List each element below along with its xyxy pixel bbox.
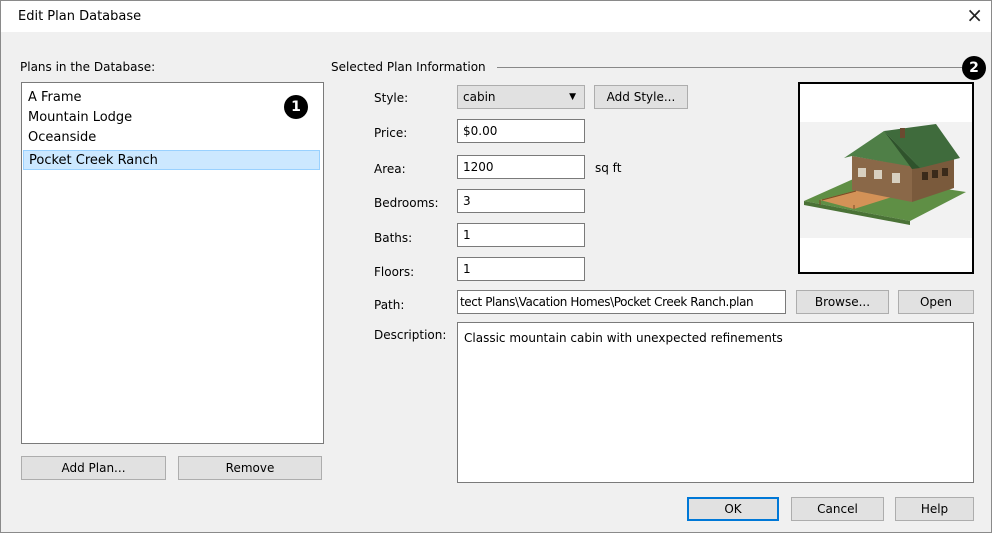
floors-label: Floors: <box>374 265 415 279</box>
area-label: Area: <box>374 162 406 176</box>
edit-plan-database-dialog: Edit Plan Database × Plans in the Databa… <box>0 0 992 533</box>
bedrooms-label: Bedrooms: <box>374 196 439 210</box>
baths-label: Baths: <box>374 231 413 245</box>
price-field[interactable]: $0.00 <box>457 119 585 143</box>
description-field[interactable]: Classic mountain cabin with unexpected r… <box>457 322 974 483</box>
bedrooms-field[interactable]: 3 <box>457 189 585 213</box>
help-button[interactable]: Help <box>895 497 974 521</box>
add-style-button[interactable]: Add Style... <box>594 85 688 109</box>
list-item[interactable]: Oceanside <box>28 128 96 148</box>
plan-preview-image <box>798 82 974 274</box>
description-label: Description: <box>374 328 447 342</box>
area-field[interactable]: 1200 <box>457 155 585 179</box>
group-divider <box>497 67 962 68</box>
open-button[interactable]: Open <box>898 290 974 314</box>
style-label: Style: <box>374 91 409 105</box>
remove-button[interactable]: Remove <box>178 456 322 480</box>
plans-listbox[interactable]: A Frame Mountain Lodge Oceanside Pocket … <box>21 82 324 444</box>
list-item[interactable]: Mountain Lodge <box>28 108 132 128</box>
cabin-preview-picture <box>800 122 972 238</box>
list-item[interactable]: A Frame <box>28 88 82 108</box>
close-icon[interactable]: × <box>966 3 983 27</box>
title-bar: Edit Plan Database × <box>1 1 991 32</box>
ok-button[interactable]: OK <box>687 497 779 521</box>
style-value: cabin <box>463 90 496 104</box>
floors-field[interactable]: 1 <box>457 257 585 281</box>
plans-list-label: Plans in the Database: <box>20 60 156 74</box>
chevron-down-icon: ▼ <box>569 92 576 102</box>
baths-field[interactable]: 1 <box>457 223 585 247</box>
window-title: Edit Plan Database <box>18 9 142 24</box>
area-unit-label: sq ft <box>595 161 622 175</box>
add-plan-button[interactable]: Add Plan... <box>21 456 166 480</box>
list-item-selected[interactable]: Pocket Creek Ranch <box>23 150 320 170</box>
browse-button[interactable]: Browse... <box>796 290 889 314</box>
callout-badge-1: 1 <box>284 95 308 119</box>
selected-plan-info-label: Selected Plan Information <box>331 60 486 74</box>
style-dropdown[interactable]: cabin ▼ <box>457 85 585 109</box>
price-label: Price: <box>374 126 408 140</box>
cancel-button[interactable]: Cancel <box>791 497 884 521</box>
path-label: Path: <box>374 298 405 312</box>
path-field[interactable]: tect Plans\Vacation Homes\Pocket Creek R… <box>457 290 786 314</box>
callout-badge-2: 2 <box>962 56 986 80</box>
